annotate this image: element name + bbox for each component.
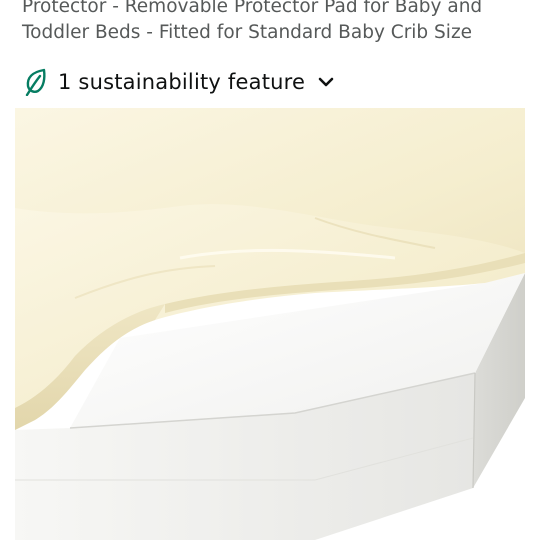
product-image[interactable] xyxy=(15,108,525,540)
leaf-icon xyxy=(25,68,46,96)
chevron-down-icon xyxy=(318,77,334,87)
sustainability-label: 1 sustainability feature xyxy=(58,70,306,94)
product-title-line-1: Protector - Removable Protector Pad for … xyxy=(22,0,483,17)
mattress-with-fitted-sheet-photo xyxy=(15,108,525,540)
sustainability-features-toggle[interactable]: 1 sustainability feature xyxy=(24,66,335,98)
product-title: Protector - Removable Protector Pad for … xyxy=(22,0,522,46)
product-title-line-2: Toddler Beds - Fitted for Standard Baby … xyxy=(22,22,473,43)
